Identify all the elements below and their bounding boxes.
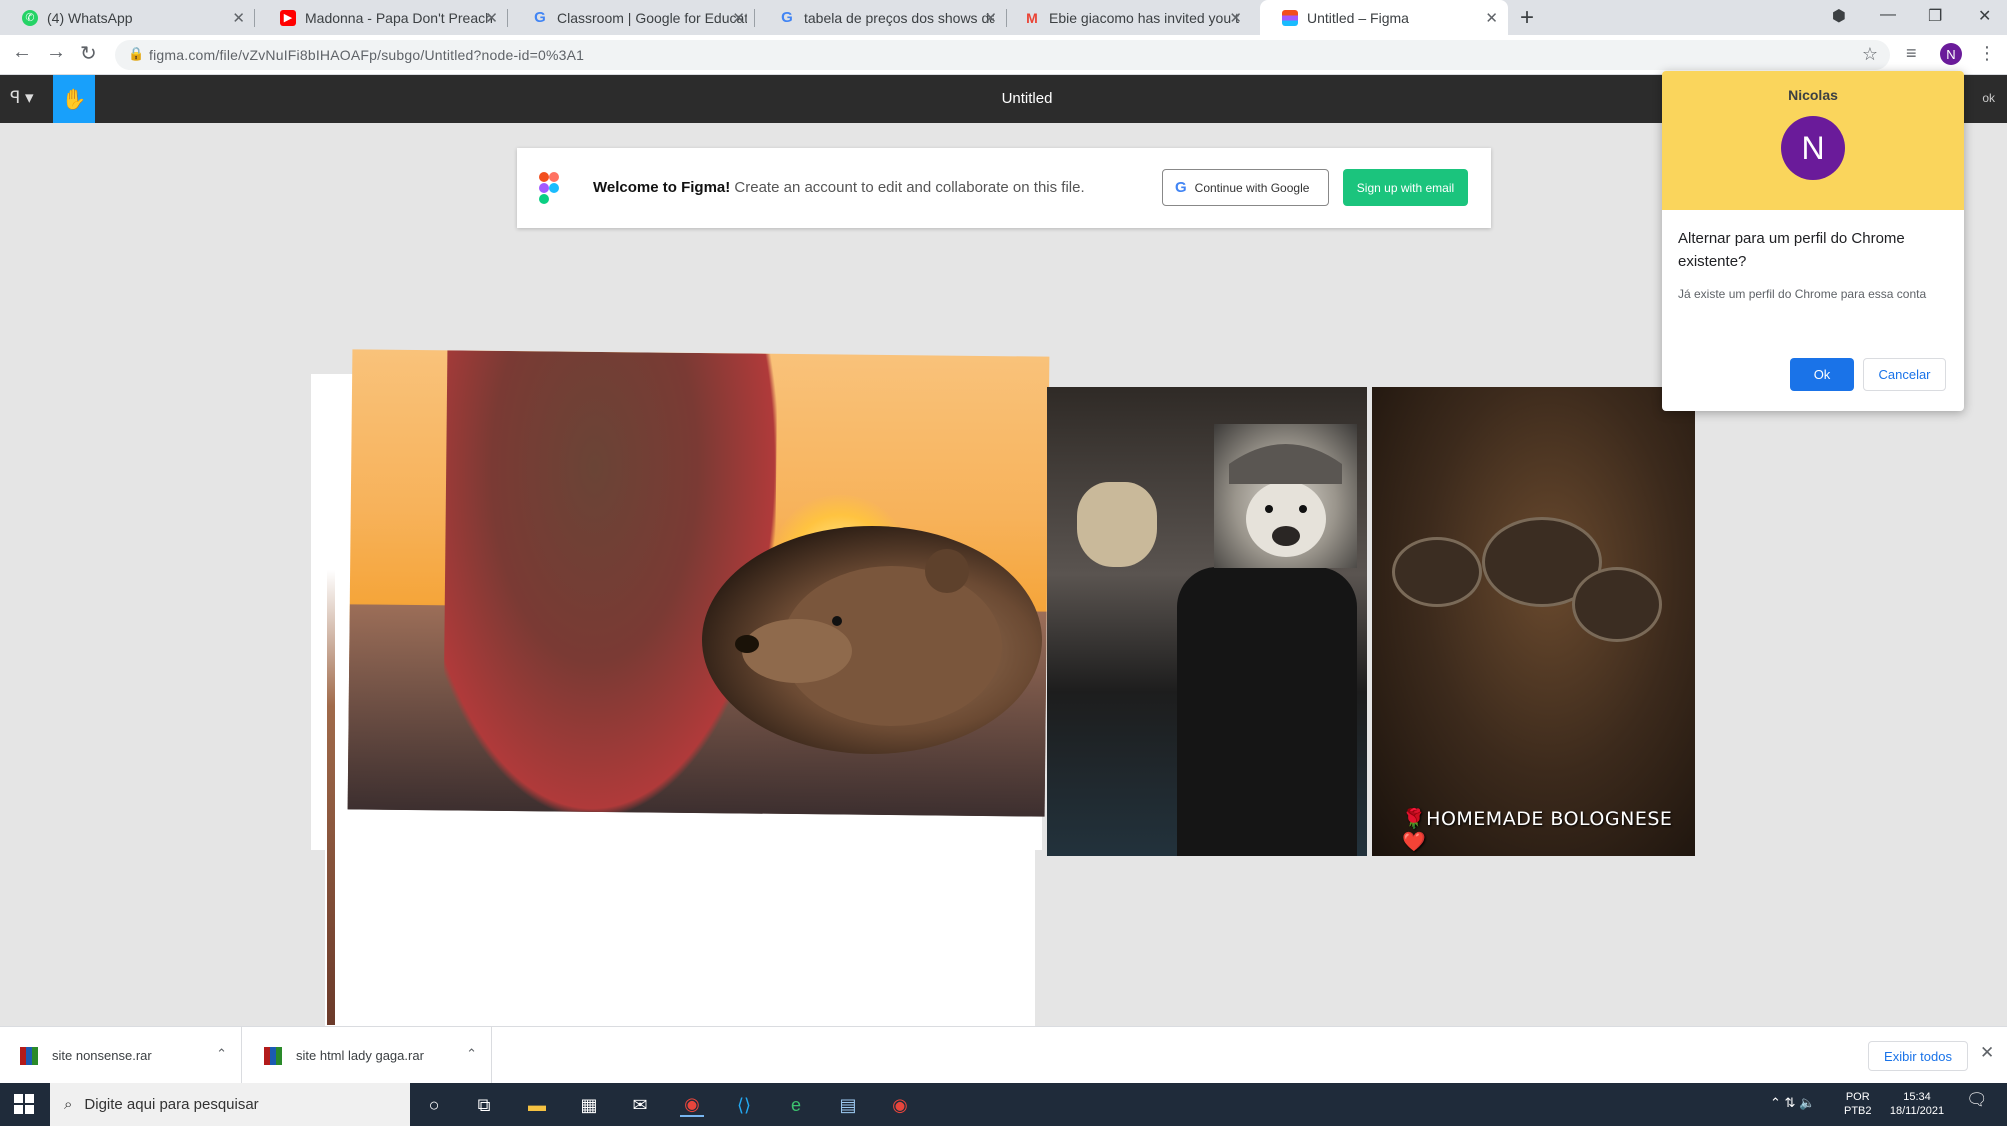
figma-logo xyxy=(539,172,559,204)
edge-icon[interactable]: e xyxy=(784,1093,808,1117)
gmail-icon: M xyxy=(1026,9,1038,26)
minimize-button[interactable]: — xyxy=(1880,6,1896,24)
dialog-header: Nicolas N xyxy=(1662,71,1964,210)
tab-title: tabela de preços dos shows da xyxy=(804,9,994,26)
polar-bear-photo[interactable] xyxy=(1214,424,1357,568)
close-icon[interactable]: ✕ xyxy=(732,9,745,27)
tab-youtube[interactable]: ▶ Madonna - Papa Don't Preach (C ✕ xyxy=(258,0,508,35)
close-icon[interactable]: ✕ xyxy=(485,9,498,27)
language-indicator[interactable]: POR PTB2 xyxy=(1844,1090,1872,1118)
task-view-icon[interactable]: ⧉ xyxy=(472,1093,496,1117)
close-icon[interactable]: ✕ xyxy=(1229,9,1242,27)
clock[interactable]: 15:34 18/11/2021 xyxy=(1882,1090,1952,1118)
plate-shape xyxy=(1572,567,1662,642)
profile-name: Nicolas xyxy=(1788,87,1838,103)
image-strip[interactable] xyxy=(327,570,335,1025)
tab-title: (4) WhatsApp xyxy=(47,9,133,26)
shield-icon[interactable]: ⬢ xyxy=(1832,6,1846,26)
tab-title: Classroom | Google for Educatio xyxy=(557,9,747,26)
show-all-button[interactable]: Exibir todos xyxy=(1868,1041,1968,1071)
tab-strip: ✆ (4) WhatsApp ✕ ▶ Madonna - Papa Don't … xyxy=(0,0,2007,35)
head-shape xyxy=(1077,482,1157,567)
search-placeholder: Digite aqui para pesquisar xyxy=(84,1096,259,1113)
bear-photo[interactable] xyxy=(702,526,1042,754)
forward-arrow-icon[interactable]: → xyxy=(46,41,66,64)
zoom-menu[interactable]: ok xyxy=(1982,91,1995,105)
sign-up-email-button[interactable]: Sign up with email xyxy=(1343,169,1468,206)
store-icon[interactable]: ▦ xyxy=(577,1093,601,1117)
rar-file-icon xyxy=(20,1046,38,1065)
bookmark-star-icon[interactable]: ☆ xyxy=(1862,44,1878,65)
ok-button[interactable]: Ok xyxy=(1790,358,1854,391)
download-filename: site html lady gaga.rar xyxy=(296,1048,424,1063)
profile-switch-dialog: Nicolas N Alternar para um perfil do Chr… xyxy=(1662,71,1964,411)
tab-gmail[interactable]: M Ebie giacomo has invited you to ✕ xyxy=(1002,0,1252,35)
windows-start-icon[interactable] xyxy=(14,1094,34,1114)
windows-taskbar: ⌕ Digite aqui para pesquisar ○ ⧉ ▬ ▦ ✉ ◉… xyxy=(0,1083,2007,1126)
tab-title: Ebie giacomo has invited you to xyxy=(1049,9,1239,26)
reading-list-icon[interactable]: ≡ xyxy=(1906,43,1917,64)
body-shape xyxy=(1177,567,1357,856)
youtube-icon: ▶ xyxy=(280,9,296,26)
browser-toolbar: ← → ↻ 🔒 figma.com/file/vZvNuIFi8bIHAOAFp… xyxy=(0,35,2007,75)
search-icon: ⌕ xyxy=(64,1096,73,1113)
mail-icon[interactable]: ✉ xyxy=(628,1093,652,1117)
chevron-up-icon[interactable]: ⌃ xyxy=(466,1046,477,1062)
download-item[interactable]: site nonsense.rar ⌃ xyxy=(0,1027,242,1084)
url-text: figma.com/file/vZvNuIFi8bIHAOAFp/subgo/U… xyxy=(149,47,585,63)
rar-file-icon xyxy=(264,1046,282,1065)
close-icon[interactable]: ✕ xyxy=(984,9,997,27)
window-close-button[interactable]: ✕ xyxy=(1978,6,1991,26)
notepad-icon[interactable]: ▤ xyxy=(836,1093,860,1117)
tab-figma[interactable]: Untitled – Figma ✕ xyxy=(1260,0,1508,35)
notifications-icon[interactable]: 🗨 xyxy=(1966,1091,1988,1108)
lock-icon: 🔒 xyxy=(128,46,145,61)
tray-overflow-icon[interactable]: ⌃ ⇅ 🔈 xyxy=(1770,1096,1815,1110)
tab-classroom[interactable]: G Classroom | Google for Educatio ✕ xyxy=(510,0,755,35)
dialog-question: Alternar para um perfil do Chrome existe… xyxy=(1678,230,1905,270)
tab-title: Madonna - Papa Don't Preach (C xyxy=(305,9,495,26)
close-icon[interactable]: ✕ xyxy=(232,9,245,27)
cortana-icon[interactable]: ○ xyxy=(422,1093,446,1117)
google-icon: G xyxy=(781,9,793,26)
vscode-icon[interactable]: ⟨⟩ xyxy=(732,1093,756,1117)
download-item[interactable]: site html lady gaga.rar ⌃ xyxy=(244,1027,492,1084)
plate-shape xyxy=(1392,537,1482,607)
food-caption: 🌹HOMEMADE BOLOGNESE❤️ xyxy=(1402,808,1673,853)
taskbar-search[interactable]: ⌕ Digite aqui para pesquisar xyxy=(50,1083,410,1126)
chrome-profile-icon[interactable]: ◉ xyxy=(888,1093,912,1117)
download-filename: site nonsense.rar xyxy=(52,1048,152,1063)
tab-title: Untitled – Figma xyxy=(1307,9,1409,26)
back-arrow-icon[interactable]: ← xyxy=(12,41,32,64)
new-tab-button[interactable]: + xyxy=(1520,4,1534,32)
tab-tabela[interactable]: G tabela de preços dos shows da ✕ xyxy=(757,0,1007,35)
cancel-button[interactable]: Cancelar xyxy=(1863,358,1946,391)
profile-avatar-large: N xyxy=(1781,116,1845,180)
maximize-button[interactable]: ❐ xyxy=(1928,6,1942,26)
chrome-icon[interactable]: ◉ xyxy=(680,1093,704,1117)
google-icon: G xyxy=(534,9,546,26)
address-bar[interactable]: 🔒 figma.com/file/vZvNuIFi8bIHAOAFp/subgo… xyxy=(115,40,1890,70)
continue-with-google-button[interactable]: G Continue with Google xyxy=(1162,169,1329,206)
reload-icon[interactable]: ↻ xyxy=(80,41,97,66)
dialog-description: Já existe um perfil do Chrome para essa … xyxy=(1678,287,1927,301)
welcome-banner: Welcome to Figma! Create an account to e… xyxy=(517,148,1491,228)
chevron-up-icon[interactable]: ⌃ xyxy=(216,1046,227,1062)
tab-whatsapp[interactable]: ✆ (4) WhatsApp ✕ xyxy=(0,0,255,35)
figma-icon xyxy=(1282,9,1298,26)
dinner-photo[interactable]: 🌹HOMEMADE BOLOGNESE❤️ xyxy=(1372,387,1695,856)
close-icon[interactable]: ✕ xyxy=(1980,1043,1994,1063)
whatsapp-icon: ✆ xyxy=(22,9,38,26)
file-explorer-icon[interactable]: ▬ xyxy=(525,1093,549,1117)
close-icon[interactable]: ✕ xyxy=(1485,9,1498,27)
google-icon: G xyxy=(1175,179,1187,196)
menu-dots-icon[interactable]: ⋮ xyxy=(1978,43,1996,64)
profile-avatar[interactable]: N xyxy=(1940,43,1962,65)
welcome-message: Welcome to Figma! Create an account to e… xyxy=(593,179,1085,196)
download-shelf: site nonsense.rar ⌃ site html lady gaga.… xyxy=(0,1026,2007,1084)
